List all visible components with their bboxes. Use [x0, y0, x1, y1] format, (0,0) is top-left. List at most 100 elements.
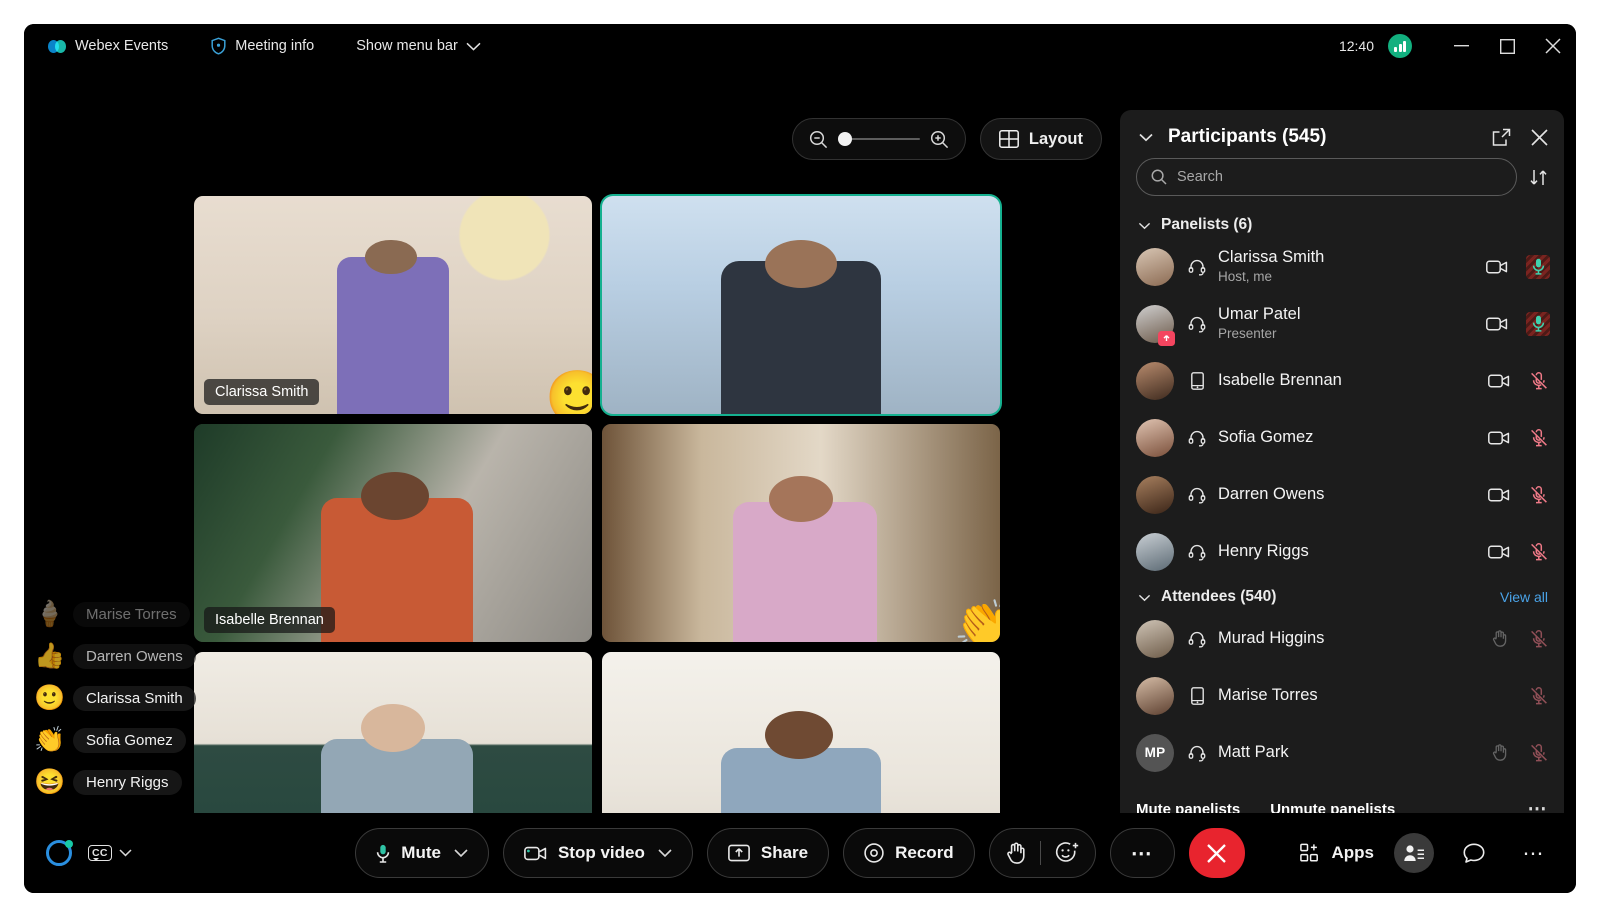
- camera-on-icon[interactable]: [1488, 484, 1510, 506]
- mute-button[interactable]: Mute: [355, 828, 489, 878]
- search-input[interactable]: [1177, 169, 1502, 185]
- chevron-down-icon[interactable]: [119, 849, 132, 857]
- microphone-muted-icon[interactable]: [1528, 541, 1550, 563]
- chat-button[interactable]: [1454, 833, 1494, 873]
- video-tile[interactable]: Isabelle Brennan: [194, 424, 592, 642]
- chevron-down-icon[interactable]: [1136, 127, 1156, 147]
- participant-name-block: Umar Patel Presenter: [1218, 304, 1486, 342]
- participant-row[interactable]: Henry Riggs: [1120, 523, 1564, 580]
- record-icon: [864, 843, 884, 863]
- mute-label: Mute: [401, 843, 441, 862]
- chevron-down-icon: [1136, 217, 1153, 234]
- video-tile-active-speaker[interactable]: [600, 194, 1002, 416]
- participant-row[interactable]: Marise Torres: [1120, 667, 1564, 724]
- share-button[interactable]: Share: [706, 828, 830, 878]
- participant-row[interactable]: Umar Patel Presenter: [1120, 295, 1564, 352]
- more-right-button[interactable]: ⋯: [1514, 833, 1554, 873]
- avatar: [1136, 361, 1174, 400]
- search-field[interactable]: [1136, 158, 1517, 196]
- close-icon[interactable]: [1531, 128, 1548, 146]
- layout-grid-icon: [998, 130, 1019, 148]
- camera-on-icon[interactable]: [1488, 370, 1510, 392]
- reaction-emoji: 👏: [34, 726, 66, 754]
- avatar-image: [1136, 619, 1174, 658]
- video-tile[interactable]: Clarissa Smith 🙂: [194, 196, 592, 414]
- microphone-muted-icon[interactable]: [1528, 628, 1550, 650]
- chevron-down-icon[interactable]: [658, 848, 672, 858]
- avatar: [1136, 247, 1174, 286]
- zoom-slider[interactable]: [837, 132, 920, 146]
- microphone-muted-icon[interactable]: [1528, 370, 1550, 392]
- raise-hand-icon[interactable]: [1488, 628, 1510, 650]
- leave-meeting-button[interactable]: [1188, 828, 1245, 878]
- raise-hand-icon[interactable]: [1488, 742, 1510, 764]
- camera-on-icon[interactable]: [1488, 427, 1510, 449]
- participant-status-icons: [1486, 311, 1550, 336]
- participant-status-icons: [1488, 484, 1550, 506]
- participants-list[interactable]: Panelists (6) Clarissa Smith Host, me Um…: [1120, 208, 1564, 795]
- webex-assistant-icon[interactable]: [46, 840, 73, 866]
- app-title-label: Webex Events: [75, 38, 169, 54]
- panelists-group-header[interactable]: Panelists (6): [1120, 208, 1564, 238]
- open-in-new-icon[interactable]: [1492, 128, 1511, 147]
- avatar: [1136, 532, 1174, 571]
- show-menu-bar-button[interactable]: Show menu bar: [346, 33, 491, 59]
- reaction-emoji: 🍦: [34, 600, 66, 628]
- more-options-button[interactable]: ⋯: [1109, 828, 1175, 878]
- webex-app-window: Webex Events Meeting info Show menu bar …: [24, 24, 1576, 893]
- attendees-group-header[interactable]: Attendees (540) View all: [1120, 580, 1564, 610]
- zoom-control[interactable]: [791, 118, 966, 160]
- camera-on-icon[interactable]: [1486, 313, 1508, 335]
- sort-icon[interactable]: [1529, 168, 1548, 187]
- participant-row[interactable]: Sofia Gomez: [1120, 409, 1564, 466]
- participant-name-block: Matt Park: [1218, 742, 1488, 763]
- reaction-item: 👏 Sofia Gomez: [24, 723, 200, 758]
- participants-button[interactable]: [1394, 833, 1434, 873]
- close-button[interactable]: [1530, 24, 1576, 68]
- share-label: Share: [760, 843, 809, 862]
- meeting-info-button[interactable]: Meeting info: [200, 32, 324, 60]
- video-feed: [602, 196, 1000, 414]
- zoom-slider-knob[interactable]: [837, 132, 852, 146]
- participant-row[interactable]: Isabelle Brennan: [1120, 352, 1564, 409]
- participant-status-icons: [1488, 427, 1550, 449]
- chevron-down-icon: [1136, 589, 1153, 606]
- emoji-plus-icon[interactable]: [1055, 842, 1079, 864]
- stop-video-button[interactable]: Stop video: [502, 828, 693, 878]
- video-tile[interactable]: 👏: [602, 424, 1000, 642]
- microphone-muted-icon[interactable]: [1528, 685, 1550, 707]
- view-all-link[interactable]: View all: [1500, 589, 1548, 605]
- zoom-out-icon[interactable]: [809, 130, 828, 149]
- phone-icon: [1186, 686, 1208, 705]
- participant-row[interactable]: MP Matt Park: [1120, 724, 1564, 781]
- participant-row[interactable]: Clarissa Smith Host, me: [1120, 238, 1564, 295]
- camera-on-icon[interactable]: [1488, 541, 1510, 563]
- layout-button[interactable]: Layout: [979, 118, 1102, 160]
- screen-share-badge-icon: [1158, 330, 1175, 346]
- microphone-muted-icon[interactable]: [1528, 484, 1550, 506]
- apps-button[interactable]: Apps: [1299, 843, 1374, 863]
- cc-icon: CC: [88, 845, 112, 861]
- camera-on-icon[interactable]: [1486, 256, 1508, 278]
- zoom-in-icon[interactable]: [930, 130, 949, 149]
- microphone-on-icon[interactable]: [1526, 254, 1550, 279]
- maximize-button[interactable]: [1484, 24, 1530, 68]
- microphone-muted-icon[interactable]: [1528, 742, 1550, 764]
- record-button[interactable]: Record: [843, 828, 975, 878]
- closed-captions-button[interactable]: CC: [88, 845, 132, 861]
- chevron-down-icon[interactable]: [454, 848, 468, 858]
- raise-hand-icon[interactable]: [1006, 842, 1026, 864]
- participant-row[interactable]: Darren Owens: [1120, 466, 1564, 523]
- reaction-emoji: 👍: [34, 642, 66, 670]
- avatar: [1136, 676, 1174, 715]
- minimize-button[interactable]: [1438, 24, 1484, 68]
- participant-row[interactable]: Murad Higgins: [1120, 610, 1564, 667]
- tile-name-label: Clarissa Smith: [204, 379, 320, 405]
- microphone-on-icon[interactable]: [1526, 311, 1550, 336]
- headset-icon: [1186, 258, 1208, 276]
- network-strength-icon[interactable]: [1388, 34, 1412, 58]
- participant-name-block: Murad Higgins: [1218, 628, 1488, 649]
- microphone-muted-icon[interactable]: [1528, 427, 1550, 449]
- headset-icon: [1186, 744, 1208, 762]
- shield-icon: [210, 37, 227, 55]
